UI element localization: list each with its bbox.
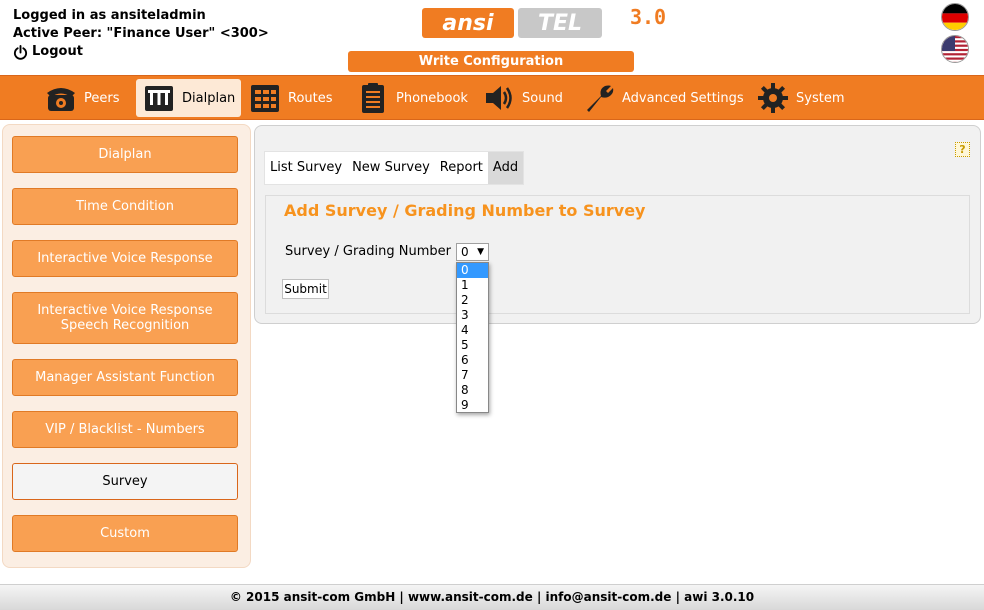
logo-text-version: 3.0	[630, 6, 666, 29]
form-title: Add Survey / Grading Number to Survey	[284, 201, 646, 220]
ansitel-logo: ansi TEL 3.0	[422, 6, 666, 38]
grading-number-label: Survey / Grading Number	[285, 244, 451, 259]
sidebar-item-survey[interactable]: Survey	[12, 463, 238, 500]
dropdown-option[interactable]: 5	[457, 338, 488, 353]
dropdown-option[interactable]: 1	[457, 278, 488, 293]
gear-icon	[758, 83, 788, 113]
help-icon[interactable]: ?	[955, 142, 970, 157]
dropdown-option[interactable]: 9	[457, 398, 488, 413]
dialplan-icon	[145, 86, 173, 111]
sidebar-item-time-condition[interactable]: Time Condition	[12, 188, 238, 225]
logo-text-tel: TEL	[538, 11, 582, 36]
sidebar-item-label: Manager Assistant Function	[35, 370, 215, 385]
speaker-icon	[486, 86, 512, 110]
login-info: Logged in as ansiteladmin Active Peer: "…	[13, 7, 269, 61]
dropdown-option[interactable]: 2	[457, 293, 488, 308]
sidebar-item-vip-blacklist[interactable]: VIP / Blacklist - Numbers	[12, 411, 238, 448]
main-navigation: Peers Dialplan Routes Phonebook Sound Ad…	[0, 75, 984, 120]
sidebar-item-label-line2: Speech Recognition	[60, 318, 190, 333]
dropdown-option[interactable]: 7	[457, 368, 488, 383]
sidebar-item-custom[interactable]: Custom	[12, 515, 238, 552]
nav-label-dialplan: Dialplan	[182, 90, 236, 106]
active-peer-text: Active Peer: "Finance User" <300>	[13, 26, 269, 41]
nav-label-phonebook: Phonebook	[396, 90, 468, 106]
nav-label-advanced-settings: Advanced Settings	[622, 90, 744, 106]
nav-item-peers[interactable]: Peers	[38, 79, 126, 117]
logout-link[interactable]: Logout	[13, 43, 269, 61]
sidebar-item-label: Interactive Voice Response	[37, 251, 213, 266]
nav-item-system[interactable]: System	[750, 79, 850, 117]
dropdown-option[interactable]: 0	[457, 263, 488, 278]
nav-label-system: System	[796, 90, 845, 106]
nav-label-routes: Routes	[288, 90, 333, 106]
logout-label: Logout	[32, 44, 83, 59]
routes-icon	[251, 85, 279, 112]
nav-item-routes[interactable]: Routes	[242, 79, 339, 117]
usa-flag-icon[interactable]	[941, 35, 969, 63]
tab-add[interactable]: Add	[487, 152, 524, 184]
dropdown-option[interactable]: 4	[457, 323, 488, 338]
sidebar-item-manager-assistant[interactable]: Manager Assistant Function	[12, 359, 238, 396]
sidebar-item-ivr-speech-recognition[interactable]: Interactive Voice Response Speech Recogn…	[12, 292, 238, 344]
sidebar-item-label: Time Condition	[76, 199, 174, 214]
tab-list-survey[interactable]: List Survey	[265, 152, 347, 184]
wrench-icon	[587, 85, 614, 112]
dropdown-option[interactable]: 8	[457, 383, 488, 398]
dropdown-option[interactable]: 6	[457, 353, 488, 368]
select-value: 0	[461, 245, 469, 259]
power-icon	[13, 44, 28, 60]
nav-item-phonebook[interactable]: Phonebook	[350, 79, 474, 117]
dropdown-arrow-icon: ▼	[477, 247, 484, 257]
logged-in-text: Logged in as ansiteladmin	[13, 8, 206, 23]
nav-item-advanced-settings[interactable]: Advanced Settings	[576, 79, 750, 117]
tab-report[interactable]: Report	[435, 152, 488, 184]
nav-label-sound: Sound	[522, 90, 563, 106]
write-configuration-button[interactable]: Write Configuration	[348, 51, 634, 72]
sidebar-item-label: Custom	[100, 526, 150, 541]
sidebar-item-label: Dialplan	[98, 147, 152, 162]
grading-number-select[interactable]: 0 ▼	[456, 243, 489, 261]
nav-item-sound[interactable]: Sound	[476, 79, 569, 117]
sidebar-item-label: Interactive Voice Response	[37, 303, 213, 318]
tab-new-survey[interactable]: New Survey	[347, 152, 435, 184]
logo-text-ansi: ansi	[442, 11, 494, 36]
sidebar-item-label: VIP / Blacklist - Numbers	[45, 422, 205, 437]
phonebook-icon	[362, 83, 384, 113]
footer: © 2015 ansit-com GmbH | www.ansit-com.de…	[0, 584, 984, 610]
nav-label-peers: Peers	[84, 90, 120, 106]
nav-item-dialplan[interactable]: Dialplan	[136, 79, 242, 117]
sidebar-item-ivr[interactable]: Interactive Voice Response	[12, 240, 238, 277]
grading-number-dropdown: 0 1 2 3 4 5 6 7 8 9	[456, 262, 489, 413]
submit-button[interactable]: Submit	[282, 279, 329, 299]
phone-icon	[47, 88, 75, 111]
dropdown-option[interactable]: 3	[457, 308, 488, 323]
survey-tabs: List Survey New Survey Report Add	[264, 151, 525, 185]
sidebar-item-label: Survey	[102, 474, 148, 489]
germany-flag-icon[interactable]	[941, 3, 969, 31]
sidebar-item-dialplan[interactable]: Dialplan	[12, 136, 238, 173]
